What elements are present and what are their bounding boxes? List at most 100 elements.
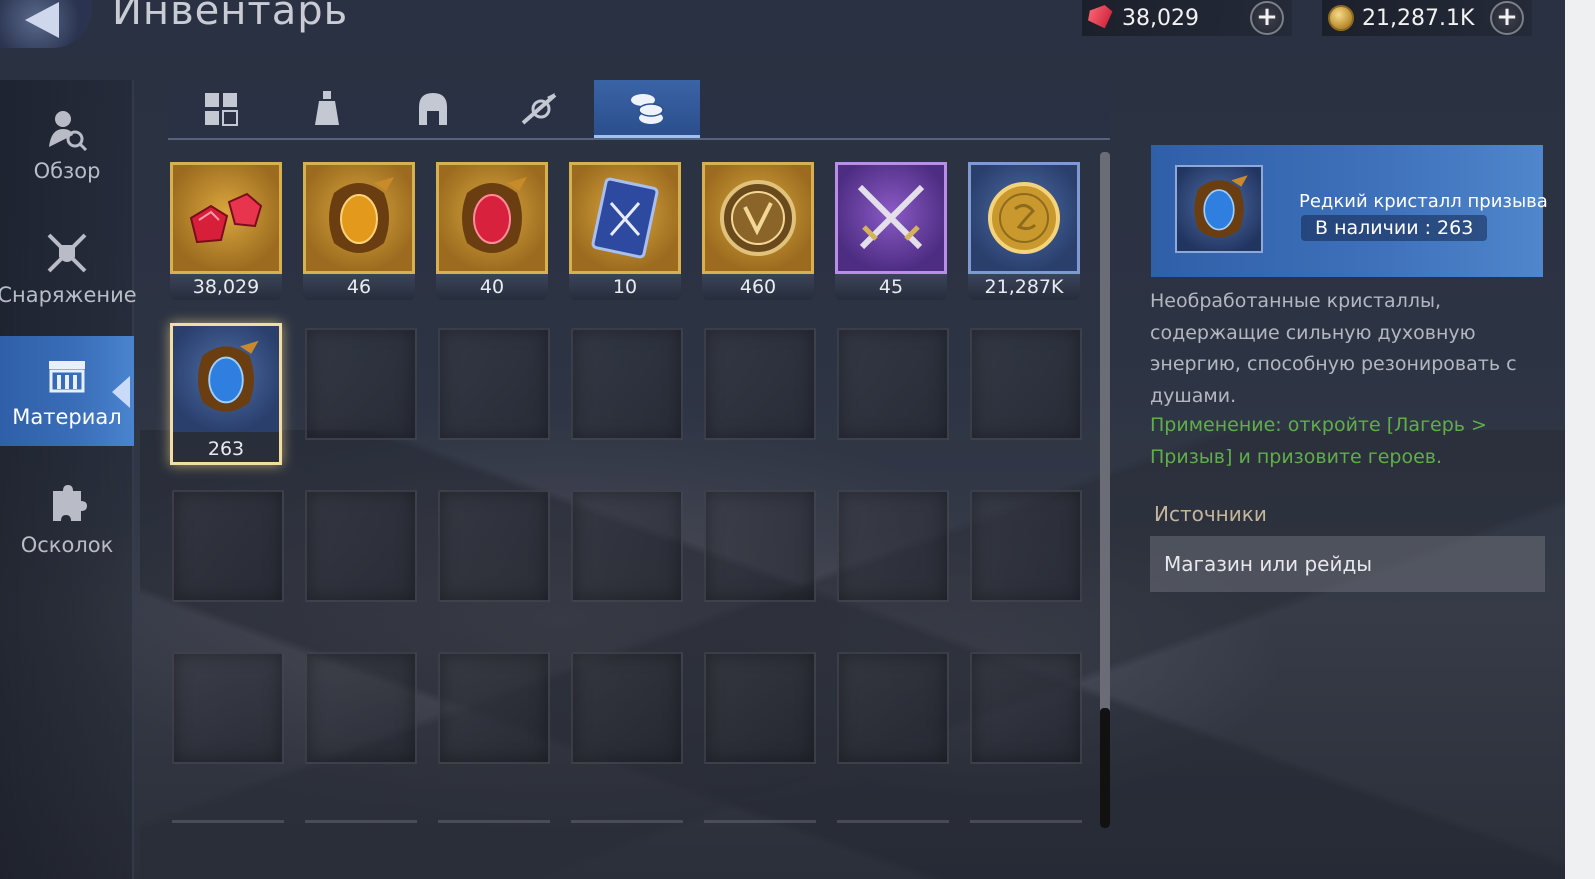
item-slot-crossed-swords[interactable]: 45 (835, 162, 947, 300)
item-detail-header: Редкий кристалл призыва В наличии : 263 (1151, 145, 1548, 277)
row-edge (837, 820, 949, 823)
tab-artifacts[interactable] (486, 80, 592, 138)
item-count: 21,287K (968, 274, 1080, 300)
detail-item-icon-frame (1175, 165, 1263, 253)
equipment-icon (47, 233, 87, 273)
shard-icon (53, 485, 87, 521)
empty-slot (704, 490, 816, 602)
sword-card-icon (591, 177, 659, 259)
empty-slot (172, 652, 284, 764)
empty-slot (837, 328, 949, 440)
item-count: 263 (207, 438, 245, 460)
empty-slot (305, 652, 417, 764)
item-slot-gold-coin[interactable]: 21,287K (968, 162, 1080, 300)
ruby-gems-icon (189, 192, 263, 244)
add-gold-button[interactable]: + (1490, 1, 1524, 35)
ruby-currency: 38,029 + (1082, 0, 1292, 36)
empty-slot (704, 328, 816, 440)
item-slot-blue-crystal[interactable]: 263 (170, 323, 282, 465)
row-edge (438, 820, 550, 823)
sidebar-item-shard[interactable]: Осколок (0, 464, 134, 574)
inventory-scrollbar[interactable] (1100, 152, 1110, 828)
empty-slot (837, 490, 949, 602)
row-edge (970, 820, 1082, 823)
row-edge (704, 820, 816, 823)
item-count: 460 (702, 274, 814, 300)
artifact-icon (521, 93, 557, 125)
back-button[interactable] (0, 0, 92, 48)
ruby-amount: 38,029 (1122, 5, 1199, 31)
window-edge (1565, 0, 1595, 879)
item-name: Редкий кристалл призыва (1299, 191, 1548, 212)
blue-crystal-icon (1194, 175, 1248, 238)
empty-slot (438, 328, 550, 440)
sidebar-item-equipment[interactable]: Снаряжение (0, 214, 137, 324)
sidebar-item-label: Обзор (33, 159, 101, 183)
item-frame (303, 162, 415, 274)
empty-slot (571, 652, 683, 764)
sidebar-item-material[interactable]: Материал (0, 336, 134, 446)
helmet-icon (419, 93, 447, 125)
sidebar-item-overview[interactable]: Обзор (0, 90, 134, 200)
item-slot-rubies[interactable]: 38,029 (170, 162, 282, 300)
item-slot-gold-crystal[interactable]: 46 (303, 162, 415, 300)
sidebar: Обзор Снаряжение Материал Осколок (0, 80, 137, 879)
item-quantity: В наличии : 263 (1301, 215, 1488, 241)
overview-icon (49, 111, 88, 151)
empty-slot (571, 490, 683, 602)
emblem-coin-icon (720, 180, 796, 256)
row-edge (172, 820, 284, 823)
back-arrow-icon (25, 2, 59, 38)
gold-coin-icon (988, 182, 1060, 254)
row-edge (571, 820, 683, 823)
item-slot-sword-card[interactable]: 10 (569, 162, 681, 300)
red-crystal-icon (462, 177, 527, 253)
gold-amount: 21,287.1K (1362, 5, 1475, 31)
tab-all[interactable] (168, 80, 274, 138)
gold-coin-icon (1328, 5, 1354, 31)
empty-slot (704, 652, 816, 764)
coins-icon (631, 93, 664, 124)
sources-heading: Источники (1154, 502, 1267, 526)
item-frame (436, 162, 548, 274)
empty-slot (305, 490, 417, 602)
item-count: 40 (436, 274, 548, 300)
empty-slot (970, 490, 1082, 602)
sidebar-item-label: Снаряжение (0, 283, 137, 307)
empty-slot (438, 490, 550, 602)
scrollbar-thumb[interactable] (1100, 708, 1110, 828)
category-tabs (168, 80, 1110, 140)
crossed-swords-icon (857, 184, 925, 250)
grid-icon (205, 93, 238, 126)
page-title: Инвентарь (112, 0, 349, 34)
tab-currency[interactable] (594, 80, 700, 138)
material-icon (49, 361, 85, 393)
item-description: Необработанные кристаллы, содержащие сил… (1150, 290, 1517, 407)
item-slot-emblem-coin[interactable]: 460 (702, 162, 814, 300)
empty-slot (970, 328, 1082, 440)
item-slot-red-crystal[interactable]: 40 (436, 162, 548, 300)
sources-value: Магазин или рейды (1150, 536, 1545, 592)
item-usage: Применение: откройте [Лагерь > Призыв] и… (1150, 414, 1487, 468)
empty-slot (305, 328, 417, 440)
item-frame (569, 162, 681, 274)
item-frame (968, 162, 1080, 274)
blue-crystal-icon (198, 340, 259, 412)
potion-icon (315, 91, 339, 125)
empty-slot (837, 652, 949, 764)
item-count: 45 (835, 274, 947, 300)
ruby-icon (1085, 3, 1117, 33)
add-ruby-button[interactable]: + (1250, 1, 1284, 35)
empty-slot (172, 490, 284, 602)
empty-slot (571, 328, 683, 440)
item-count: 10 (569, 274, 681, 300)
sidebar-item-label: Материал (12, 405, 122, 429)
item-frame (170, 162, 282, 274)
gold-currency: 21,287.1K + (1322, 0, 1532, 36)
tab-consumables[interactable] (274, 80, 380, 138)
item-frame (835, 162, 947, 274)
empty-slot (438, 652, 550, 764)
item-frame (702, 162, 814, 274)
tab-gear[interactable] (380, 80, 486, 138)
item-frame (173, 326, 279, 432)
